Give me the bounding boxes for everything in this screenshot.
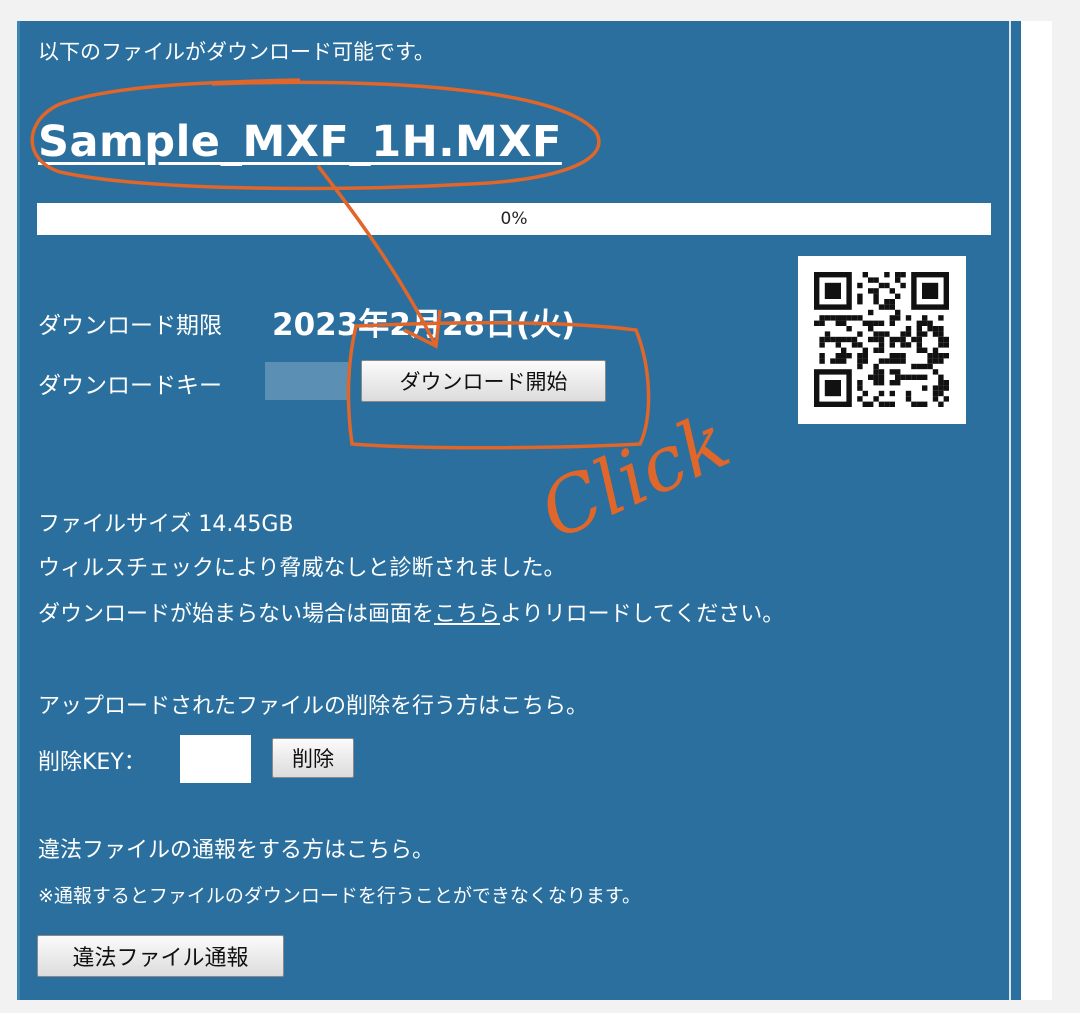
uploader-delete-text: アップロードされたファイルの削除を行う方はこちら。 xyxy=(38,694,589,719)
download-key-label: ダウンロードキー xyxy=(38,373,222,399)
delete-button[interactable]: 削除 xyxy=(272,738,354,778)
deadline-label: ダウンロード期限 xyxy=(38,313,222,339)
download-progress-bar: 0% xyxy=(37,203,991,235)
delete-key-input[interactable] xyxy=(180,735,251,783)
reload-text-before: ダウンロードが始まらない場合は画面を xyxy=(38,602,435,627)
file-size-text: ファイルサイズ 14.45GB xyxy=(38,512,294,537)
file-name-link[interactable]: Sample_MXF_1H.MXF xyxy=(38,117,562,167)
progress-label: 0% xyxy=(500,209,528,229)
report-text: 違法ファイルの通報をする方はこちら。 xyxy=(38,838,435,863)
page-margin xyxy=(1021,21,1052,1000)
download-key-input[interactable] xyxy=(265,362,349,400)
reload-link[interactable]: こちら xyxy=(434,602,500,627)
reload-text-after: よりリロードしてください。 xyxy=(500,602,785,627)
reload-text: ダウンロードが始まらない場合は画面をこちらよりリロードしてください。 xyxy=(38,596,784,628)
qr-code-image xyxy=(814,272,949,407)
panel-left-border xyxy=(17,21,20,1000)
qr-code xyxy=(798,256,966,424)
download-start-button[interactable]: ダウンロード開始 xyxy=(361,360,606,402)
report-illegal-file-button[interactable]: 違法ファイル通報 xyxy=(37,935,284,977)
virus-check-text: ウィルスチェックにより脅威なしと診断されました。 xyxy=(38,556,566,581)
deadline-value: 2023年2月28日(火) xyxy=(272,307,576,343)
delete-key-label: 削除KEY： xyxy=(38,750,146,775)
intro-text: 以下のファイルがダウンロード可能です。 xyxy=(38,40,435,64)
report-note: ※通報するとファイルのダウンロードを行うことができなくなります。 xyxy=(38,885,642,907)
